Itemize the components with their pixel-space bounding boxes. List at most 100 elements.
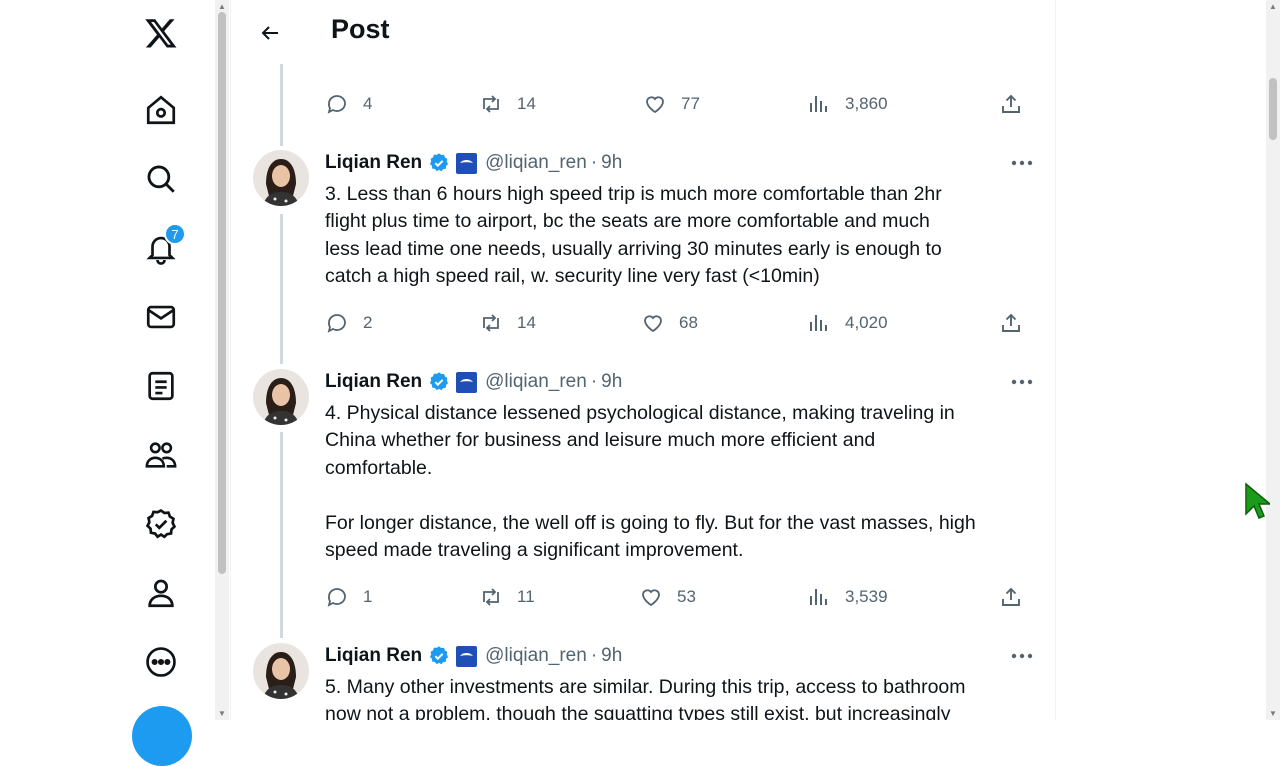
share-button[interactable] bbox=[999, 90, 1023, 118]
author-name[interactable]: Liqian Ren bbox=[325, 371, 422, 393]
share-icon bbox=[1002, 94, 1020, 113]
page-title: Post bbox=[331, 14, 390, 44]
sidebar-scrollbar-thumb[interactable] bbox=[218, 12, 226, 574]
tweet[interactable]: Liqian Ren @liqian_ren · 9h 4. Physical … bbox=[231, 369, 1055, 629]
views-icon bbox=[810, 589, 827, 605]
avatar[interactable] bbox=[253, 369, 309, 425]
verified-icon bbox=[430, 153, 449, 172]
mouse-cursor-icon bbox=[1245, 482, 1270, 519]
reply-count: 1 bbox=[363, 587, 373, 606]
tweet-actions: 4 14 77 3,860 bbox=[325, 90, 1029, 118]
page-header: Post bbox=[231, 0, 1055, 64]
back-arrow-icon bbox=[261, 26, 278, 40]
verified-icon bbox=[430, 372, 449, 391]
like-count: 77 bbox=[681, 94, 700, 113]
repost-count: 14 bbox=[517, 94, 536, 113]
repost-button[interactable]: 14 bbox=[479, 309, 536, 337]
tweet-actions: 1 11 53 3,539 bbox=[325, 583, 1029, 611]
views-icon bbox=[810, 96, 827, 112]
page-scrollbar[interactable]: ▲ ▼ bbox=[1266, 0, 1280, 720]
more-options-icon[interactable] bbox=[1007, 643, 1037, 669]
reply-icon bbox=[327, 588, 346, 607]
tweet-text: 5. Many other investments are similar. D… bbox=[325, 676, 966, 720]
list-icon[interactable] bbox=[142, 367, 180, 405]
author-handle[interactable]: @liqian_ren bbox=[485, 645, 587, 667]
tweet-actions: 2 14 68 4,020 bbox=[325, 309, 1029, 337]
profile-icon[interactable] bbox=[142, 574, 180, 612]
repost-button[interactable]: 14 bbox=[479, 90, 536, 118]
reply-icon bbox=[327, 314, 346, 333]
share-button[interactable] bbox=[999, 309, 1023, 337]
author-name[interactable]: Liqian Ren bbox=[325, 152, 422, 174]
tweet-text: 4. Physical distance lessened psychologi… bbox=[325, 402, 976, 562]
tweet-time[interactable]: 9h bbox=[601, 152, 622, 174]
affiliate-badge-icon bbox=[456, 645, 478, 667]
view-count: 3,539 bbox=[845, 587, 888, 606]
heart-icon bbox=[644, 315, 662, 333]
share-icon bbox=[1002, 587, 1020, 606]
like-button[interactable]: 68 bbox=[641, 309, 698, 337]
separator-dot: · bbox=[590, 371, 598, 392]
repost-count: 14 bbox=[517, 313, 536, 332]
heart-icon bbox=[646, 96, 664, 114]
notification-badge: 7 bbox=[164, 223, 186, 245]
repost-icon bbox=[483, 588, 499, 606]
repost-icon bbox=[483, 95, 499, 113]
views-button[interactable]: 3,860 bbox=[807, 90, 888, 118]
avatar[interactable] bbox=[253, 150, 309, 206]
tweet-header: Liqian Ren @liqian_ren · 9h bbox=[325, 643, 622, 669]
tweet-time[interactable]: 9h bbox=[601, 645, 622, 667]
like-count: 53 bbox=[677, 587, 696, 606]
home-icon[interactable] bbox=[142, 91, 180, 129]
repost-button[interactable]: 11 bbox=[479, 583, 535, 611]
main-column: 4 14 77 3,860 Liqian Ren @liqian_ren · 9… bbox=[230, 0, 1056, 720]
view-count: 4,020 bbox=[845, 313, 888, 332]
page-scrollbar-thumb[interactable] bbox=[1269, 78, 1277, 140]
tweet-header: Liqian Ren @liqian_ren · 9h bbox=[325, 150, 622, 176]
more-options-icon[interactable] bbox=[1007, 150, 1037, 176]
tweet[interactable]: Liqian Ren @liqian_ren · 9h 3. Less than… bbox=[231, 150, 1055, 360]
thread-line bbox=[280, 64, 283, 146]
sidebar-scrollbar[interactable]: ▲ ▼ bbox=[215, 0, 229, 720]
share-icon bbox=[1002, 313, 1020, 332]
search-icon[interactable] bbox=[142, 160, 180, 198]
tweet[interactable]: Liqian Ren @liqian_ren · 9h 5. Many othe… bbox=[231, 643, 1055, 720]
author-handle[interactable]: @liqian_ren bbox=[485, 152, 587, 174]
more-options-icon[interactable] bbox=[1007, 369, 1037, 395]
like-count: 68 bbox=[679, 313, 698, 332]
reply-count: 4 bbox=[363, 94, 373, 113]
views-icon bbox=[810, 315, 827, 331]
reply-button[interactable]: 1 bbox=[325, 583, 372, 611]
separator-dot: · bbox=[590, 152, 598, 173]
repost-count: 11 bbox=[517, 587, 535, 606]
sidebar-nav: 7 bbox=[0, 0, 215, 766]
author-handle[interactable]: @liqian_ren bbox=[485, 371, 587, 393]
back-button[interactable] bbox=[253, 16, 287, 50]
views-button[interactable]: 3,539 bbox=[807, 583, 888, 611]
separator-dot: · bbox=[590, 645, 598, 666]
affiliate-badge-icon bbox=[456, 371, 478, 393]
tweet-header: Liqian Ren @liqian_ren · 9h bbox=[325, 369, 622, 395]
like-button[interactable]: 53 bbox=[639, 583, 696, 611]
like-button[interactable]: 77 bbox=[643, 90, 700, 118]
view-count: 3,860 bbox=[845, 94, 888, 113]
heart-icon bbox=[642, 589, 660, 607]
reply-icon bbox=[327, 95, 346, 114]
share-button[interactable] bbox=[999, 583, 1023, 611]
x-logo-icon[interactable] bbox=[142, 14, 180, 52]
tweet-text: 3. Less than 6 hours high speed trip is … bbox=[325, 183, 942, 288]
compose-post-button[interactable] bbox=[132, 706, 192, 766]
reply-button[interactable]: 2 bbox=[325, 309, 372, 337]
author-name[interactable]: Liqian Ren bbox=[325, 645, 422, 667]
mail-icon[interactable] bbox=[142, 298, 180, 336]
more-circle-icon[interactable] bbox=[142, 643, 180, 681]
reply-count: 2 bbox=[363, 313, 373, 332]
verified-icon bbox=[430, 646, 449, 665]
verified-badge-icon[interactable] bbox=[142, 505, 180, 543]
views-button[interactable]: 4,020 bbox=[807, 309, 888, 337]
avatar[interactable] bbox=[253, 643, 309, 699]
reply-button[interactable]: 4 bbox=[325, 90, 372, 118]
communities-icon[interactable] bbox=[142, 436, 180, 474]
tweet-time[interactable]: 9h bbox=[601, 371, 622, 393]
repost-icon bbox=[483, 314, 499, 332]
